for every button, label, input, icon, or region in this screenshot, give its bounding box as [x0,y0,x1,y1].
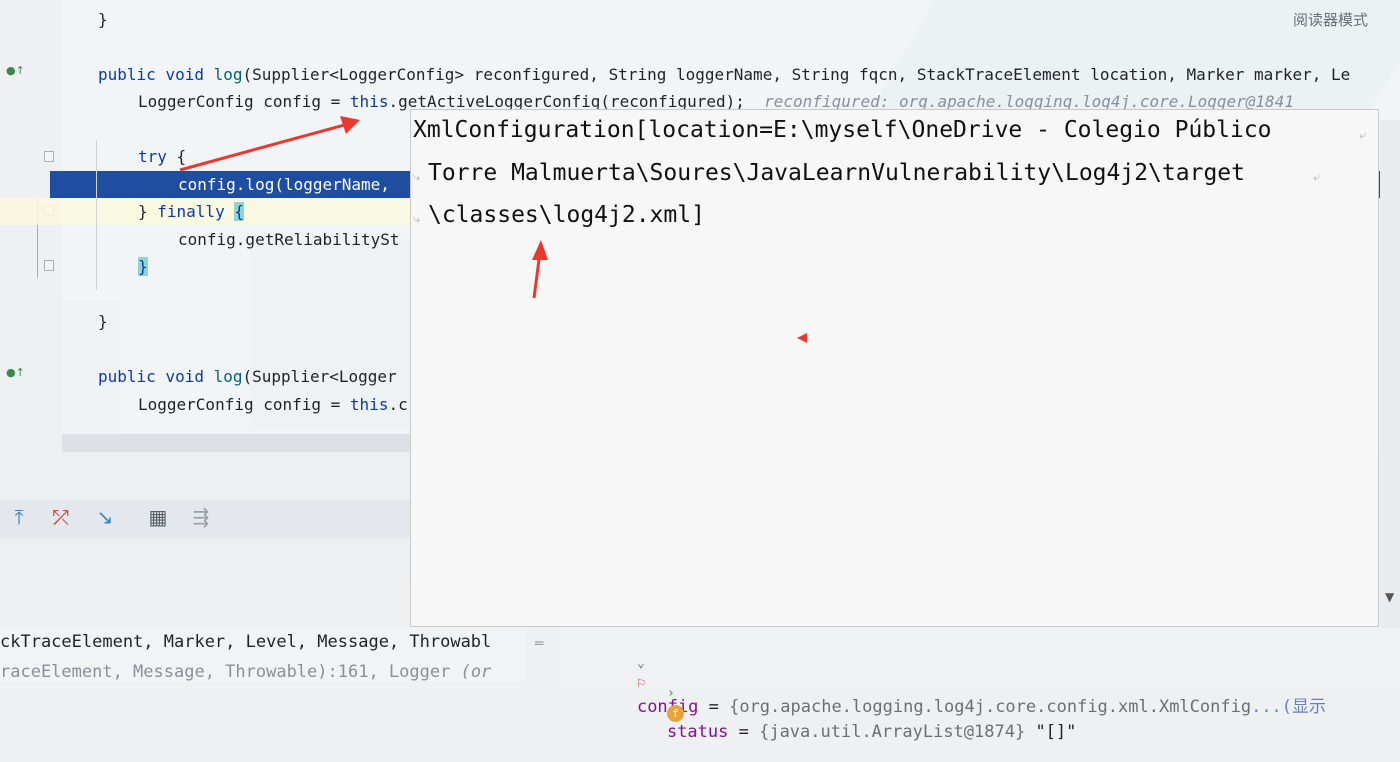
code-line-10[interactable]: public void log(Supplier<Logger [98,363,397,390]
field-icon: f [666,705,684,722]
evaluate-expression-icon[interactable]: ▦ [143,502,173,532]
popup-line-2: Torre Malmuerta\Soures\JavaLearnVulnerab… [428,160,1245,186]
code-line-9[interactable]: } [98,308,108,335]
panel-splitter-icon[interactable]: ═ [535,636,543,652]
annotation-arrow [532,240,548,299]
frame-item[interactable]: ckTraceElement, Marker, Level, Message, … [0,632,491,652]
show-more-link: ...(显示 [1251,697,1327,717]
frames-panel[interactable]: ckTraceElement, Marker, Level, Message, … [0,628,525,682]
implements-marker-icon[interactable]: ●↑ [6,64,25,77]
editor-gutter[interactable]: ●↑ ●↑ [0,0,62,452]
code-line-1[interactable]: } [98,6,108,33]
annotation-arrow [179,116,360,172]
soft-wrap-icon: ⤶ [1359,128,1367,143]
trace-stream-icon[interactable]: ⇶ [186,502,216,532]
expand-right-icon[interactable]: › [667,686,675,701]
value-tooltip-popup[interactable]: XmlConfiguration[location=E:\myself\OneD… [410,109,1379,627]
code-line-6[interactable]: } finally { [138,198,244,225]
code-line-11[interactable]: LoggerConfig config = this.c [138,391,408,418]
popup-line-1: XmlConfiguration[location=E:\myself\OneD… [413,117,1272,143]
fold-icon[interactable] [44,260,54,271]
soft-wrap-continuation-icon: ⤷ [413,170,421,185]
annotation-marker [797,333,807,343]
debugger-toolbar: ⤒ ⤱ ↘ ▦ ⇶ [0,452,410,582]
indent-guide [96,140,97,290]
code-line-8[interactable]: } [138,253,148,280]
implements-marker-icon[interactable]: ●↑ [6,366,25,379]
scroll-down-icon[interactable]: ▼ [1385,590,1394,604]
code-line-2[interactable]: public void log(Supplier<LoggerConfig> r… [98,61,1350,88]
popup-line-3: \classes\log4j2.xml] [428,202,705,228]
soft-wrap-icon: ⤶ [1313,170,1321,185]
drop-frame-icon[interactable]: ⤱ [46,502,76,532]
right-tool-strip[interactable]: ▼ [1380,120,1400,628]
code-line-7[interactable]: config.getReliabilitySt [178,226,400,253]
frame-item[interactable]: raceElement, Message, Throwable):161, Lo… [0,662,491,682]
step-out-icon[interactable]: ⤒ [4,502,34,532]
run-to-cursor-icon[interactable]: ↘ [90,502,120,532]
horizontal-scrollbar[interactable] [62,434,410,452]
reader-mode-toggle[interactable]: 阅读器模式 [1258,6,1400,36]
soft-wrap-continuation-icon: ⤷ [413,212,421,227]
fold-icon[interactable] [44,151,54,162]
variables-panel[interactable]: ⌄ ⚐ config = {org.apache.logging.log4j.c… [560,628,1400,742]
variable-row-status[interactable]: › f status = {java.util.ArrayList@1874} … [626,662,1076,762]
